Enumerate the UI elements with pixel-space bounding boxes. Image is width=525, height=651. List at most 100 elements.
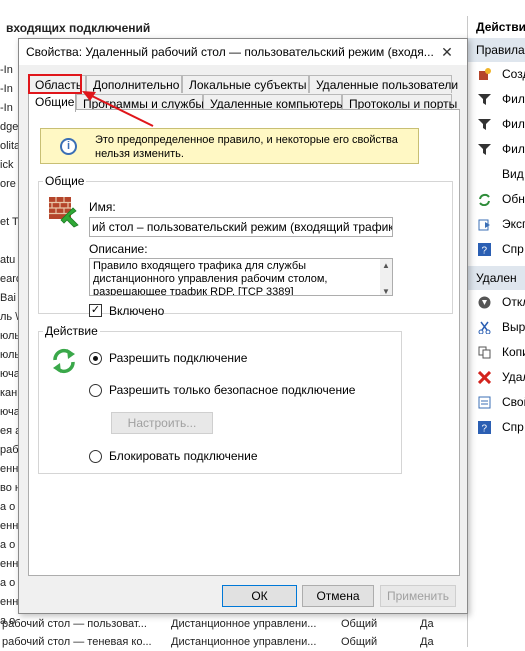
background-rule-row[interactable]: а о (0, 539, 20, 555)
background-rule-row[interactable]: olita (0, 140, 20, 156)
delete-icon (477, 370, 492, 385)
allow-secure-radio[interactable] (89, 384, 102, 397)
background-rule-row[interactable]: юча (0, 406, 20, 422)
background-rule-row[interactable]: -In (0, 64, 20, 80)
action-item-filter[interactable]: Фил (468, 112, 525, 137)
configure-button[interactable]: Настроить... (111, 412, 213, 434)
enabled-checkbox[interactable]: ✓ (89, 304, 102, 317)
allow-connection-radio[interactable] (89, 352, 102, 365)
tab-advanced[interactable]: Дополнительно (86, 75, 182, 93)
background-rule-row[interactable]: а о (0, 577, 20, 593)
action-item-label: Фил (502, 142, 525, 156)
svg-text:?: ? (482, 246, 488, 257)
filter-icon (478, 143, 491, 156)
background-rule-row[interactable] (0, 197, 20, 213)
scope-tab-highlight (28, 74, 82, 94)
action-item-properties[interactable]: Свой (468, 390, 525, 415)
background-rule-rows: рабочий стол — пользоват... Дистанционное… (0, 614, 465, 648)
rule-cell-group: Дистанционное управлени... (171, 618, 317, 630)
description-label: Описание: (89, 242, 148, 256)
background-rule-row[interactable]: ея а (0, 425, 20, 441)
general-group-label: Общие (45, 174, 85, 188)
rule-cell-group: Дистанционное управлени... (171, 636, 317, 648)
enabled-label: Включено (109, 304, 165, 318)
action-item-label: Выр (502, 320, 525, 334)
copy-icon (478, 346, 491, 359)
action-item-filter[interactable]: Фил (468, 87, 525, 112)
background-rule-row[interactable]: рабо (0, 444, 20, 460)
description-text: Правило входящего трафика для службы дис… (93, 260, 328, 296)
action-item-filter[interactable]: Фил (468, 137, 525, 162)
background-rule-row[interactable]: рабочий стол — теневая ко... Дистанционно… (0, 635, 465, 651)
action-item-disable[interactable]: Откл (468, 290, 525, 315)
action-item-label: Вид (502, 167, 524, 181)
info-icon: i (60, 138, 77, 155)
action-item-help[interactable]: ? Спр (468, 237, 525, 262)
background-rule-row[interactable]: енни (0, 520, 20, 536)
background-rule-row[interactable]: ль \ (0, 311, 20, 327)
description-scrollbar[interactable]: ▲ ▼ (380, 259, 392, 295)
background-rule-row[interactable]: кан (0, 387, 20, 403)
background-rule-row[interactable]: dge (0, 121, 20, 137)
background-rule-row[interactable]: а о (0, 501, 20, 517)
action-item-refresh[interactable]: Обн (468, 187, 525, 212)
svg-text:?: ? (482, 424, 488, 435)
info-banner: i Это предопределенное правило, и некото… (40, 128, 419, 164)
background-rule-list: -In -In -In dge olita ick ore et T atu earc Bai ль … (0, 40, 20, 640)
background-rule-row[interactable]: Bai (0, 292, 20, 308)
background-rule-row[interactable]: -In (0, 102, 20, 118)
tab-general[interactable]: Общие (28, 92, 76, 112)
background-rule-row[interactable]: ore (0, 178, 20, 194)
close-button[interactable]: ✕ (433, 41, 461, 63)
allow-connection-label: Разрешить подключение (109, 351, 248, 365)
rule-cell-enabled: Да (420, 636, 434, 648)
actions-section-rules[interactable]: Правила (468, 38, 525, 62)
background-window-title: входящих подключений (0, 18, 465, 38)
action-item-label: Удал (502, 370, 525, 384)
action-item-help[interactable]: ? Спр (468, 415, 525, 440)
background-rule-row[interactable]: ick (0, 159, 20, 175)
background-rule-row[interactable]: енни (0, 596, 20, 612)
background-rule-row[interactable]: во н (0, 482, 20, 498)
action-item-label: Эксп (502, 217, 525, 231)
background-rule-row[interactable]: юль (0, 330, 20, 346)
action-item-new-rule[interactable]: Созд (468, 62, 525, 87)
action-item-copy[interactable]: Копи (468, 340, 525, 365)
background-rule-row[interactable]: енни (0, 558, 20, 574)
info-text: Это предопределенное правило, и некоторы… (95, 134, 398, 160)
tab-remote-users[interactable]: Удаленные пользователи (309, 75, 458, 93)
filter-icon (478, 118, 491, 131)
background-rule-row[interactable]: atu (0, 254, 20, 270)
action-group: Действие Разрешить подключение Разрешить… (38, 324, 402, 474)
background-rule-row[interactable]: рабочий стол — пользоват... Дистанционное… (0, 617, 465, 633)
rule-cell-name: рабочий стол — теневая ко... (2, 636, 152, 648)
cancel-button[interactable]: Отмена (302, 585, 374, 607)
name-field[interactable]: ий стол – пользовательский режим (входящ… (89, 217, 393, 237)
background-rule-row[interactable]: earc (0, 273, 20, 289)
action-item-export[interactable]: Эксп (468, 212, 525, 237)
action-item-delete[interactable]: Удал (468, 365, 525, 390)
background-rule-row[interactable]: юча (0, 368, 20, 384)
action-group-label: Действие (45, 324, 98, 338)
filter-icon (478, 93, 491, 106)
action-item-label: Обн (502, 192, 525, 206)
background-rule-row[interactable]: et T (0, 216, 20, 232)
actions-section-selected[interactable]: Удален (468, 266, 525, 290)
background-rule-row[interactable]: енни (0, 463, 20, 479)
general-tab-panel: i Это предопределенное правило, и некото… (28, 109, 460, 576)
action-item-label: Копи (502, 345, 525, 359)
action-item-cut[interactable]: Выр (468, 315, 525, 340)
block-connection-radio[interactable] (89, 450, 102, 463)
cut-icon (478, 321, 491, 335)
rule-cell-profile: Общий (341, 618, 378, 630)
help-icon: ? (478, 421, 491, 435)
background-rule-row[interactable]: -In (0, 83, 20, 99)
tab-local-principals[interactable]: Локальные субъекты (182, 75, 309, 93)
background-rule-row[interactable]: юль (0, 349, 20, 365)
apply-button[interactable]: Применить (380, 585, 456, 607)
ok-button[interactable]: ОК (222, 585, 297, 607)
allow-secure-label: Разрешить только безопасное подключение (109, 383, 356, 397)
description-field[interactable]: Правило входящего трафика для службы дис… (89, 258, 393, 296)
background-rule-row[interactable] (0, 235, 20, 251)
action-item-view[interactable]: Вид (468, 162, 525, 187)
